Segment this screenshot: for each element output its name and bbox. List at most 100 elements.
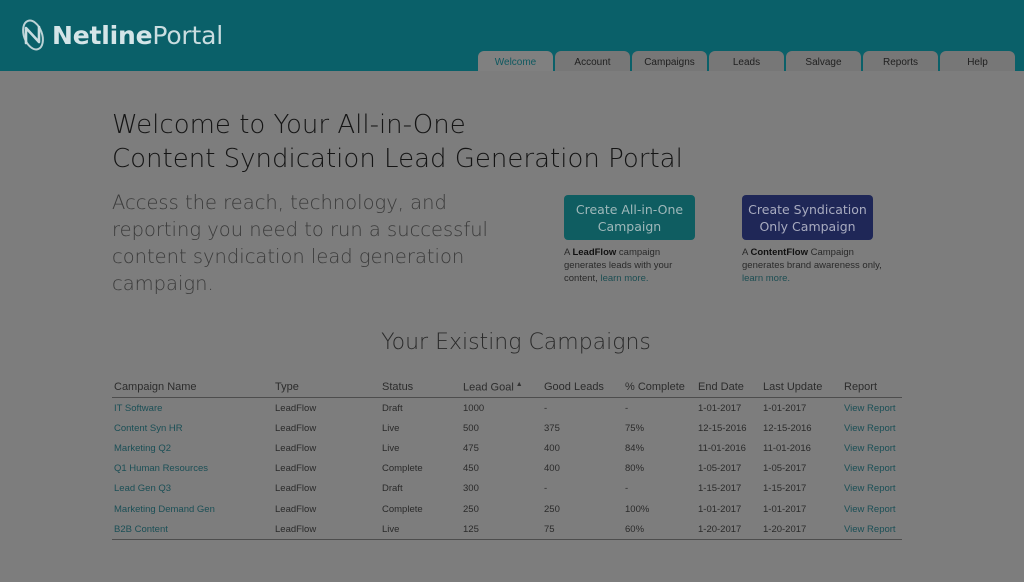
campaign-name-link[interactable]: B2B Content (112, 519, 273, 541)
table-cell: 250 (544, 503, 560, 515)
tab-campaigns[interactable]: Campaigns (632, 51, 707, 71)
view-report-link[interactable]: View Report (842, 418, 902, 438)
table-cell: Complete (382, 463, 423, 475)
campaign-name-link[interactable]: Content Syn HR (112, 418, 273, 438)
create-all-in-one-campaign-button[interactable]: Create All-in-One Campaign (564, 195, 695, 240)
table-cell: 400 (544, 463, 560, 475)
table-cell: 11-01-2016 (763, 442, 811, 454)
table-cell: LeadFlow (273, 519, 380, 541)
table-cell: 80% (625, 463, 645, 475)
table-cell: 12-15-2016 (698, 422, 747, 434)
table-cell: 84% (625, 442, 645, 454)
logo[interactable]: NetlinePortal (18, 17, 223, 53)
campaign-name-link[interactable]: Marketing Q2 (112, 438, 273, 458)
table-cell: 11-01-2016 (698, 442, 746, 454)
column-header-end-date[interactable]: End Date (696, 377, 761, 398)
campaign-name-link[interactable]: Marketing Demand Gen (112, 499, 273, 519)
table-cell: Live (382, 442, 400, 454)
view-report-link[interactable]: View Report (842, 398, 902, 419)
table-row: Q1 Human Resources LeadFlow Complete 450 400… (112, 459, 902, 479)
column-header-campaign-name[interactable]: Campaign Name (112, 377, 273, 398)
tab-welcome[interactable]: Welcome (478, 51, 553, 71)
table-cell: - (625, 483, 629, 495)
table-cell: 1-01-2017 (698, 503, 742, 515)
all-in-one-description: A LeadFlow campaign generates leads with… (564, 247, 673, 284)
create-syndication-campaign-button[interactable]: Create Syndication Only Campaign (742, 195, 873, 240)
table-cell: LeadFlow (275, 463, 317, 475)
column-header-lead-goal[interactable]: Lead Goal ▲ (461, 377, 542, 398)
table-row: Content Syn HR LeadFlow Live 500 375 75% 12-15… (112, 418, 902, 438)
table-cell: - (625, 402, 629, 414)
tab-leads[interactable]: Leads (709, 51, 784, 71)
table-row: Marketing Demand Gen LeadFlow Complete 250 2… (112, 499, 902, 519)
table-cell: 60% (623, 519, 696, 541)
table-cell: 1-01-2017 (698, 402, 742, 414)
table-cell: 1-20-2017 (696, 519, 761, 541)
table-cell: 75 (542, 519, 623, 541)
tab-salvage[interactable]: Salvage (786, 51, 861, 71)
learn-more-link[interactable]: learn more. (742, 273, 790, 284)
campaign-name-link[interactable]: Lead Gen Q3 (112, 479, 273, 499)
table-cell: LeadFlow (275, 483, 317, 495)
campaign-name-link[interactable]: Q1 Human Resources (112, 459, 273, 479)
table-cell: 450 (463, 463, 479, 475)
table-cell: 100% (625, 503, 650, 515)
tab-help[interactable]: Help (940, 51, 1015, 71)
view-report-link[interactable]: View Report (842, 438, 902, 458)
table-cell: 12-15-2016 (763, 422, 812, 434)
table-cell: - (544, 483, 548, 495)
view-report-link[interactable]: View Report (842, 499, 902, 519)
table-cell: Draft (382, 402, 403, 414)
syndication-description: A ContentFlow Campaign generates brand a… (742, 247, 882, 284)
column-header-last-update[interactable]: Last Update (761, 377, 842, 398)
table-cell: 1-15-2017 (763, 483, 807, 495)
table-cell: 1-01-2017 (763, 503, 807, 515)
column-header-status[interactable]: Status (380, 377, 461, 398)
learn-more-link[interactable]: learn more. (600, 273, 648, 284)
page-title: Welcome to Your All-in-One Content Syndi… (112, 110, 683, 174)
column-header-type[interactable]: Type (273, 377, 380, 398)
table-cell: 1000 (463, 402, 485, 414)
view-report-link[interactable]: View Report (842, 479, 902, 499)
column-header-complete[interactable]: % Complete (623, 377, 696, 398)
column-header-report[interactable]: Report (842, 377, 902, 398)
table-cell: LeadFlow (275, 402, 317, 414)
table-cell: 1-15-2017 (698, 483, 742, 495)
campaigns-section-title: Your Existing Campaigns (381, 330, 651, 355)
campaigns-table: Campaign Name Type Status Lead Goal ▲ Good L… (112, 377, 902, 541)
table-row: B2B Content LeadFlow Live 125 75 60% 1-20-2017… (112, 519, 902, 541)
table-cell: Draft (382, 483, 403, 495)
header-bar: NetlinePortal Welcome Account Campaigns Lea… (0, 0, 1024, 71)
tab-reports[interactable]: Reports (863, 51, 938, 71)
table-cell: 250 (463, 503, 479, 515)
table-cell: 1-05-2017 (763, 463, 807, 475)
table-cell: Complete (382, 503, 423, 515)
table-row: IT Software LeadFlow Draft 1000 - - 1-01-2017 1… (112, 398, 902, 419)
campaign-name-link[interactable]: IT Software (112, 398, 273, 419)
table-cell: LeadFlow (275, 503, 317, 515)
table-cell: - (544, 402, 548, 414)
column-header-good-leads[interactable]: Good Leads (542, 377, 623, 398)
table-cell: 1-20-2017 (761, 519, 842, 541)
table-cell: 400 (544, 442, 560, 454)
table-cell: Live (382, 422, 400, 434)
table-row: Marketing Q2 LeadFlow Live 475 400 84% 11-01-2… (112, 438, 902, 458)
table-cell: LeadFlow (275, 422, 317, 434)
table-row: Lead Gen Q3 LeadFlow Draft 300 - - 1-15-2017 1-… (112, 479, 902, 499)
tab-account[interactable]: Account (555, 51, 630, 71)
table-cell: 1-05-2017 (698, 463, 742, 475)
netline-swirl-icon (22, 19, 44, 51)
table-cell: Live (380, 519, 461, 541)
table-cell: 500 (463, 422, 479, 434)
intro-text: Access the reach, technology, and report… (112, 191, 488, 295)
view-report-link[interactable]: View Report (842, 519, 902, 541)
table-cell: 75% (625, 422, 645, 434)
table-cell: 375 (544, 422, 560, 434)
table-cell: 125 (461, 519, 542, 541)
logo-text: NetlinePortal (52, 20, 223, 50)
sort-arrows-icon[interactable]: ▲ (514, 381, 523, 388)
table-cell: LeadFlow (275, 442, 317, 454)
view-report-link[interactable]: View Report (842, 459, 902, 479)
table-cell: 475 (463, 442, 479, 454)
table-cell: 300 (463, 483, 479, 495)
